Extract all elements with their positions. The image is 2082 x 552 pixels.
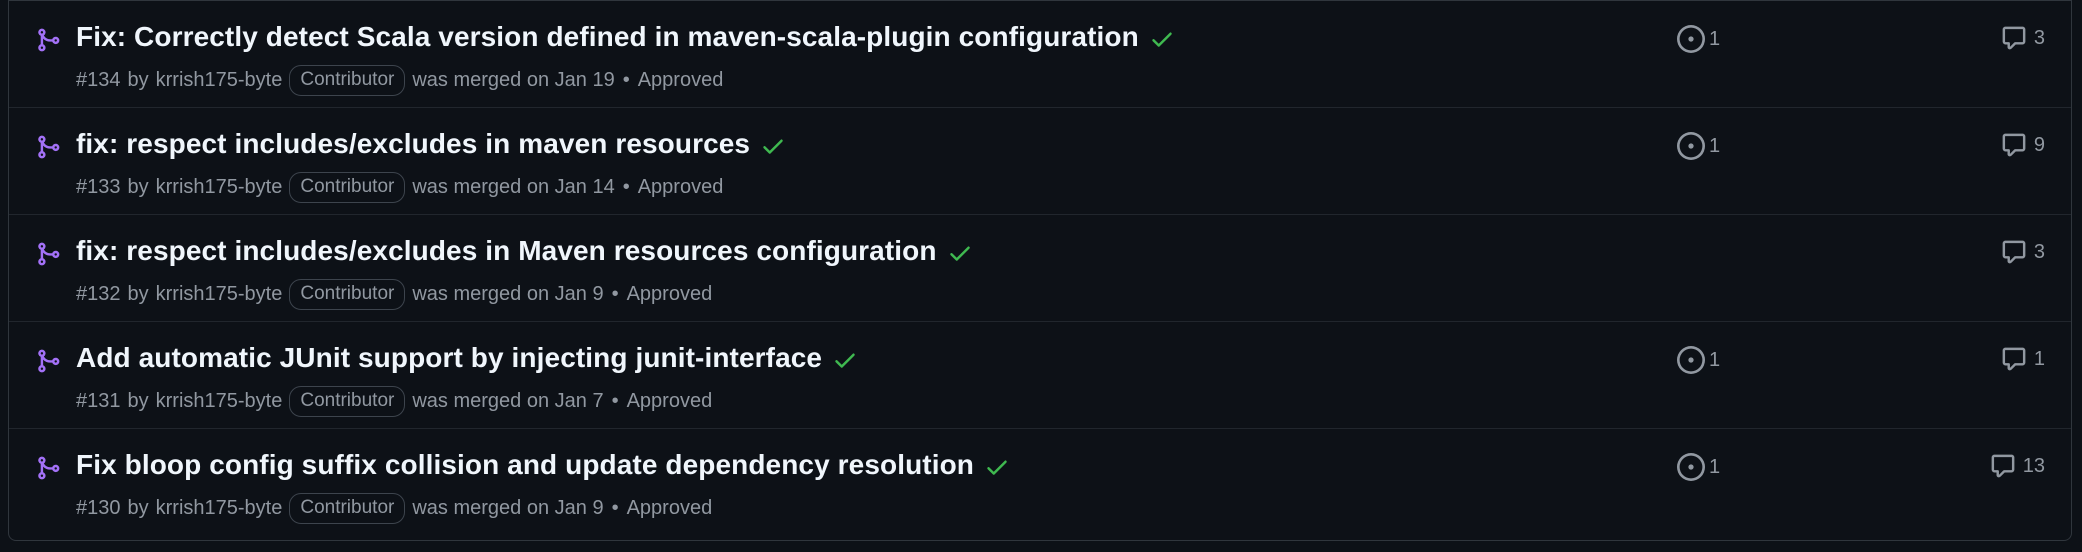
comments-link[interactable]: 1: [2001, 346, 2045, 372]
pull-request-title-link[interactable]: fix: respect includes/excludes in Maven …: [76, 235, 937, 267]
separator-dot: •: [611, 283, 619, 305]
linked-issues-count: 1: [1709, 134, 1721, 157]
comments-count: 9: [2033, 133, 2045, 156]
author-link[interactable]: krrish175-byte: [156, 283, 283, 306]
linked-issues-count: 1: [1709, 348, 1721, 371]
author-link[interactable]: krrish175-byte: [156, 69, 283, 92]
check-icon[interactable]: [760, 133, 786, 159]
comments-link[interactable]: 9: [2001, 132, 2045, 158]
git-merge-icon: [38, 242, 60, 266]
merged-status-text: was merged on Jan 7: [412, 390, 604, 412]
linked-issues-count: 1: [1709, 455, 1721, 478]
contributor-badge: Contributor: [289, 493, 406, 524]
pull-request-row[interactable]: Fix bloop config suffix collision and up…: [9, 429, 2071, 536]
pull-request-number: #132: [76, 283, 121, 305]
issue-opened-icon: [1677, 346, 1705, 374]
by-label: by: [127, 283, 149, 305]
pull-request-title-link[interactable]: Fix bloop config suffix collision and up…: [76, 449, 974, 481]
linked-issues-link[interactable]: 1: [1677, 346, 1720, 374]
pull-request-list: Fix: Correctly detect Scala version defi…: [8, 0, 2072, 541]
merged-status-text: was merged on Jan 9: [412, 283, 604, 305]
by-label: by: [127, 176, 149, 198]
by-label: by: [127, 69, 149, 91]
pull-request-title-link[interactable]: fix: respect includes/excludes in maven …: [76, 128, 750, 160]
git-merge-icon: [38, 456, 60, 480]
contributor-badge: Contributor: [289, 172, 406, 203]
author-link[interactable]: krrish175-byte: [156, 390, 283, 413]
issue-opened-icon: [1677, 453, 1705, 481]
review-status-link[interactable]: Approved: [627, 497, 713, 520]
contributor-badge: Contributor: [289, 279, 406, 310]
separator-dot: •: [611, 497, 619, 519]
check-icon[interactable]: [947, 240, 973, 266]
check-icon[interactable]: [832, 347, 858, 373]
pull-request-row[interactable]: fix: respect includes/excludes in maven …: [9, 108, 2071, 215]
comment-icon: [1991, 454, 2015, 478]
check-icon[interactable]: [984, 454, 1010, 480]
check-icon[interactable]: [1149, 26, 1175, 52]
linked-issues-link[interactable]: 1: [1677, 453, 1720, 481]
review-status-link[interactable]: Approved: [627, 283, 713, 306]
author-link[interactable]: krrish175-byte: [156, 176, 283, 199]
linked-issues-count: 1: [1709, 27, 1721, 50]
comment-icon: [2002, 240, 2026, 264]
issue-opened-icon: [1677, 25, 1705, 53]
linked-issues-link[interactable]: 1: [1677, 132, 1720, 160]
git-merge-icon: [38, 28, 60, 52]
separator-dot: •: [622, 176, 630, 198]
pull-request-number: #134: [76, 69, 121, 91]
review-status-link[interactable]: Approved: [638, 69, 724, 92]
by-label: by: [127, 497, 149, 519]
pull-request-title-link[interactable]: Add automatic JUnit support by injecting…: [76, 342, 822, 374]
pull-request-row[interactable]: fix: respect includes/excludes in Maven …: [9, 215, 2071, 322]
author-link[interactable]: krrish175-byte: [156, 497, 283, 520]
review-status-link[interactable]: Approved: [627, 390, 713, 413]
by-label: by: [127, 390, 149, 412]
pull-request-number: #133: [76, 176, 121, 198]
pull-request-row[interactable]: Fix: Correctly detect Scala version defi…: [9, 1, 2071, 108]
comment-icon: [2002, 26, 2026, 50]
separator-dot: •: [611, 390, 619, 412]
linked-issues-link[interactable]: 1: [1677, 25, 1720, 53]
git-merge-icon: [38, 349, 60, 373]
comments-count: 3: [2033, 240, 2045, 263]
comment-icon: [2002, 133, 2026, 157]
comments-count: 13: [2022, 454, 2045, 477]
comments-link[interactable]: 3: [2001, 25, 2045, 51]
pull-request-number: #131: [76, 390, 121, 412]
contributor-badge: Contributor: [289, 386, 406, 417]
merged-status-text: was merged on Jan 14: [412, 176, 615, 198]
issue-opened-icon: [1677, 132, 1705, 160]
pull-request-title-link[interactable]: Fix: Correctly detect Scala version defi…: [76, 21, 1139, 53]
separator-dot: •: [622, 69, 630, 91]
review-status-link[interactable]: Approved: [638, 176, 724, 199]
merged-status-text: was merged on Jan 19: [412, 69, 615, 91]
merged-status-text: was merged on Jan 9: [412, 497, 604, 519]
contributor-badge: Contributor: [289, 65, 406, 96]
comments-count: 3: [2033, 26, 2045, 49]
pull-request-number: #130: [76, 497, 121, 519]
git-merge-icon: [38, 135, 60, 159]
comment-icon: [2002, 347, 2026, 371]
comments-count: 1: [2033, 347, 2045, 370]
pull-request-row[interactable]: Add automatic JUnit support by injecting…: [9, 322, 2071, 429]
comments-link[interactable]: 3: [2001, 239, 2045, 265]
comments-link[interactable]: 13: [1990, 453, 2045, 479]
